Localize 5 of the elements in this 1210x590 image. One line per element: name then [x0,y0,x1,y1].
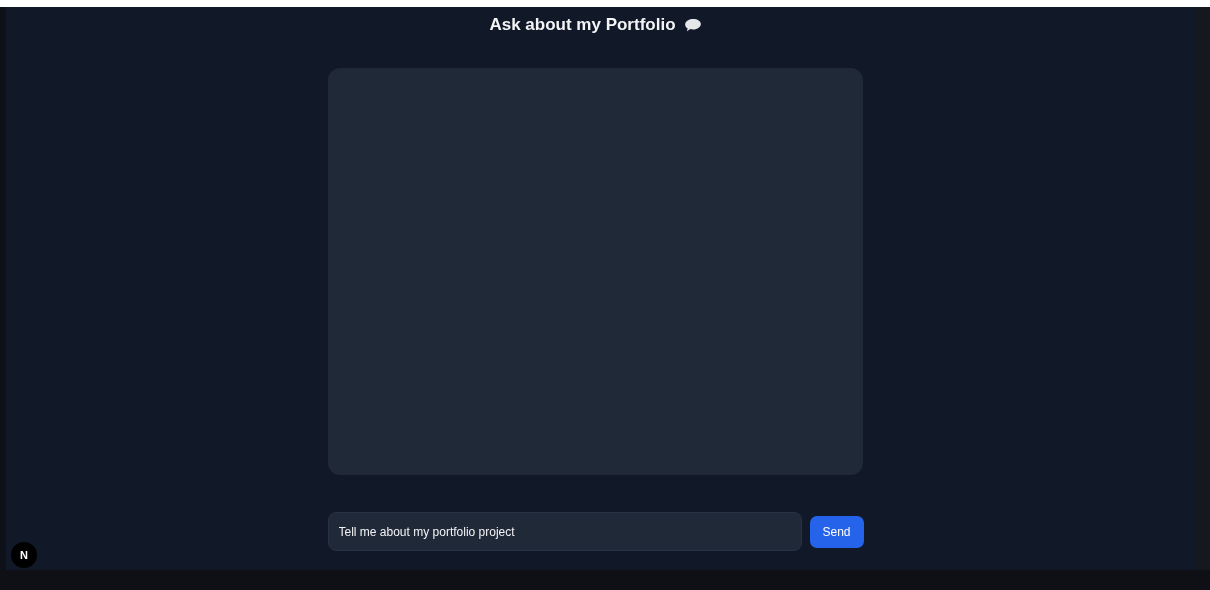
message-input[interactable]: Tell me about my portfolio project [327,512,802,551]
logo-badge[interactable]: N [11,542,37,568]
title-text: Ask about my Portfolio [489,15,676,35]
send-button[interactable]: Send [809,515,864,548]
speech-bubble-icon [683,18,702,32]
